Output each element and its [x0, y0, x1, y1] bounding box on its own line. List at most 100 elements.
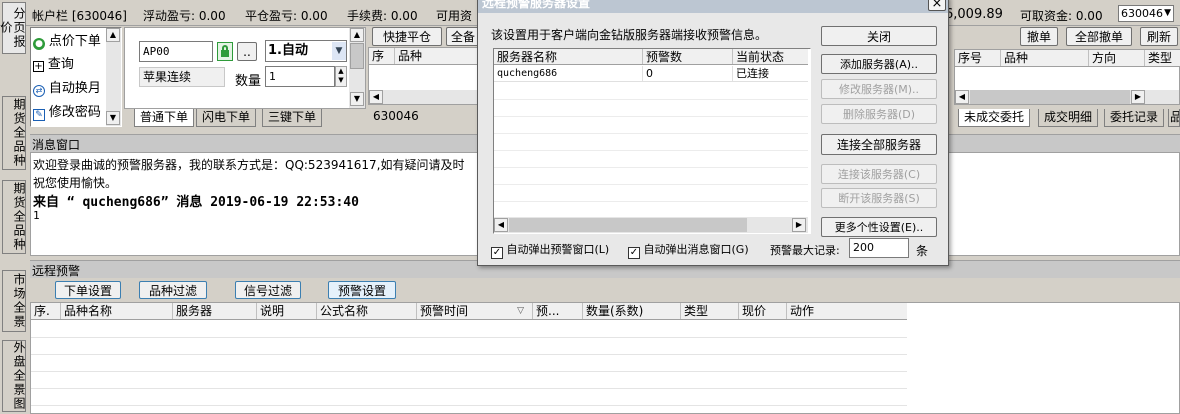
col-alert-time: 预警时间 ▽ [417, 303, 533, 319]
menu-item-price-order[interactable]: ● 点价下单 [33, 30, 105, 50]
lock-button[interactable] [217, 42, 233, 61]
tab-order-records[interactable]: 委托记录 [1104, 109, 1165, 127]
tab-unfilled-orders[interactable]: 未成交委托 [958, 109, 1031, 127]
orders-hscroll[interactable]: ◀ ▶ [955, 90, 1179, 104]
chevron-down-icon: ▼ [1164, 8, 1171, 18]
contract-picker-button[interactable]: .. [237, 42, 257, 61]
contract-input[interactable]: AP00 [139, 41, 213, 62]
col-quantity: 数量(系数) [583, 303, 681, 319]
positions-header: 序 品种 [369, 48, 479, 65]
col-formula: 公式名称 [317, 303, 417, 319]
col-description: 说明 [257, 303, 317, 319]
edit-icon: ✎ [33, 109, 45, 121]
server-row-status: 已连接 [736, 67, 769, 80]
order-panel-scrollbar[interactable]: ▲ ▼ [349, 28, 365, 108]
disconnect-server-button[interactable]: 断开该服务器(S) [821, 188, 937, 208]
contract-name: 苹果连续 [139, 67, 225, 87]
menu-item-change-password[interactable]: ✎ 修改密码 [33, 101, 105, 121]
alert-settings-button[interactable]: 预警设置 [328, 281, 396, 299]
scroll-up-icon[interactable]: ▲ [350, 28, 364, 42]
message-window-title: 消息窗口 [32, 138, 81, 152]
scroll-left-icon[interactable]: ◀ [369, 90, 383, 104]
order-panel: AP00 .. 1.自动 ▼ 苹果连续 数量 1 ▲ ▼ ▲ ▼ [124, 27, 366, 109]
menu-item-query[interactable]: + 查询 [33, 53, 105, 73]
modify-server-button[interactable]: 修改服务器(M).. [821, 79, 937, 99]
dialog-title: 远程预警服务器设置 [482, 0, 591, 10]
refresh-button[interactable]: 刷新 [1140, 27, 1178, 46]
tab-variety[interactable]: 品 [1168, 109, 1180, 127]
scroll-up-icon[interactable]: ▲ [106, 28, 120, 42]
left-menu-scrollbar[interactable]: ▲ ▼ [106, 28, 121, 126]
message-line-1: 欢迎登录曲诚的预警服务器，我的联系方式是：QQ:523941617,如有疑问请及… [33, 158, 465, 172]
auto-popup-alert-checkbox[interactable]: ✓ 自动弹出预警窗口(L) [491, 241, 609, 259]
dialog-description: 该设置用于客户端向金钻版服务器端接收预警信息。 [491, 28, 768, 42]
vtab-futures-all-1[interactable]: 期货全品种 [2, 96, 26, 170]
qty-stepper[interactable]: ▲ ▼ [335, 66, 347, 87]
order-icon: ● [33, 38, 45, 50]
left-menu: ● 点价下单 + 查询 ⇄ 自动换月 ✎ 修改密码 ▲ ▼ [30, 27, 122, 127]
col-action: 动作 [790, 304, 815, 318]
scroll-left-icon[interactable]: ◀ [494, 218, 508, 232]
col-server: 服务器 [173, 303, 257, 319]
scroll-down-icon[interactable]: ▼ [350, 92, 364, 106]
auto-popup-message-checkbox[interactable]: ✓ 自动弹出消息窗口(G) [628, 241, 749, 259]
menu-item-auto-rollover[interactable]: ⇄ 自动换月 [33, 77, 105, 97]
account-select[interactable]: 630046 ▼ [1118, 5, 1174, 22]
scroll-thumb[interactable] [970, 90, 1130, 104]
quick-close-button[interactable]: 快捷平仓 [372, 27, 442, 46]
scroll-left-icon[interactable]: ◀ [955, 90, 969, 104]
more-settings-button[interactable]: 更多个性设置(E).. [821, 217, 937, 237]
connect-server-button[interactable]: 连接该服务器(C) [821, 164, 937, 184]
orders-header: 序号 品种 方向 类型 [955, 50, 1180, 67]
cancel-order-button[interactable]: 撤单 [1020, 27, 1058, 46]
dialog-close-button[interactable]: 关闭 [821, 26, 937, 46]
vtab-foreign-overview[interactable]: 外盘全景图 [2, 340, 26, 412]
connect-all-button[interactable]: 连接全部服务器 [821, 134, 937, 155]
vtab-page-quote[interactable]: 分页报价 [0, 2, 26, 54]
account-label: 帐户栏 [630046] [32, 9, 127, 23]
scroll-thumb[interactable] [350, 43, 364, 69]
scroll-right-icon[interactable]: ▶ [1131, 90, 1145, 104]
server-list-hscroll[interactable]: ◀ ▶ [494, 217, 808, 233]
col-seq-no: 序号 [955, 50, 1001, 66]
remote-alert-table: 序. 品种名称 服务器 说明 公式名称 预警时间 ▽ 预... 数量(系数) 类型… [30, 302, 1180, 414]
col-seq: 序 [369, 48, 395, 64]
variety-filter-button[interactable]: 品种过滤 [139, 281, 207, 299]
server-row[interactable]: qucheng686 0 已连接 [494, 66, 808, 82]
vtab-market-overview[interactable]: 市场全景 [2, 270, 26, 332]
add-server-button[interactable]: 添加服务器(A).. [821, 54, 937, 74]
plus-box-icon: + [33, 61, 44, 72]
signal-filter-button[interactable]: 信号过滤 [235, 281, 301, 299]
scroll-right-icon[interactable]: ▶ [792, 218, 806, 232]
dialog-close-x-button[interactable]: × [928, 0, 946, 11]
scroll-down-icon[interactable]: ▼ [106, 111, 120, 125]
positions-hscroll[interactable]: ◀ [369, 90, 479, 104]
max-records-input[interactable]: 200 [849, 238, 909, 258]
max-records-unit: 条 [916, 244, 929, 258]
tab-flash-order[interactable]: 闪电下单 [196, 109, 257, 127]
qty-input[interactable]: 1 [265, 66, 335, 87]
swap-icon: ⇄ [33, 85, 45, 97]
scroll-thumb[interactable] [509, 218, 747, 232]
dialog-titlebar[interactable]: 远程预警服务器设置 [478, 0, 948, 13]
positions-table: 序 品种 ◀ [368, 47, 480, 105]
positions-account-tab[interactable]: 630046 [370, 108, 430, 126]
remote-alert-title: 远程预警 [32, 264, 81, 278]
server-list-header: 服务器名称 预警数 当前状态 [494, 49, 808, 65]
message-line-3: 来自 “ qucheng686” 消息 2019-06-19 22:53:40 [33, 195, 359, 210]
account-select-value: 630046 [1121, 7, 1163, 20]
mode-select[interactable]: 1.自动 ▼ [265, 40, 347, 62]
tab-three-key-order[interactable]: 三键下单 [262, 109, 323, 127]
col-variety-name: 品种名称 [61, 303, 173, 319]
col-price: 现价 [739, 303, 787, 319]
order-settings-button[interactable]: 下单设置 [55, 281, 121, 299]
tab-normal-order[interactable]: 普通下单 [134, 109, 195, 127]
tab-trade-details[interactable]: 成交明细 [1038, 109, 1099, 127]
vtab-futures-all-2[interactable]: 期货全品种 [2, 180, 26, 254]
cancel-all-button[interactable]: 全部撤单 [1066, 27, 1132, 46]
available-label: 可用资 [436, 9, 473, 23]
col-alert-price: 预... [533, 303, 583, 319]
delete-server-button[interactable]: 删除服务器(D) [821, 104, 937, 124]
col-type: 类型 [681, 303, 739, 319]
server-settings-dialog: 远程预警服务器设置 × 该设置用于客户端向金钻版服务器端接收预警信息。 服务器名… [477, 0, 949, 266]
